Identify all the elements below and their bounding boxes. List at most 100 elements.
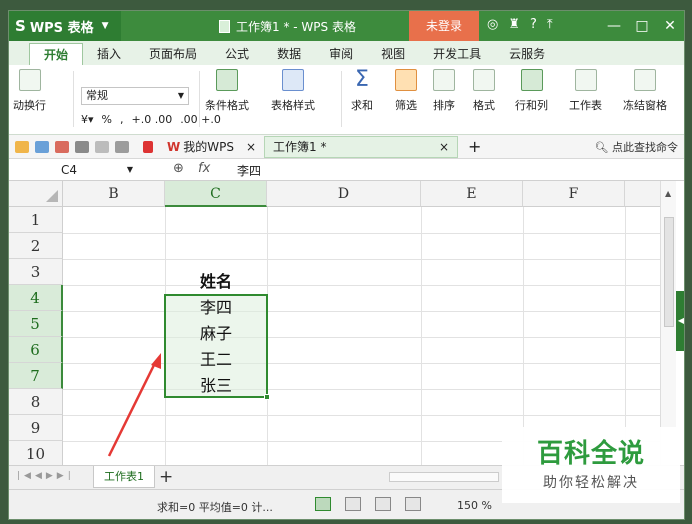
cell-c7[interactable]: 张三 xyxy=(165,373,267,399)
row-header-4[interactable]: 4 xyxy=(9,285,63,311)
cell-c5[interactable]: 麻子 xyxy=(165,321,267,347)
sort-button[interactable]: 排序 xyxy=(433,69,455,113)
percent-button[interactable]: % xyxy=(102,113,112,126)
status-summary: 求和=0 平均值=0 计... xyxy=(157,501,273,514)
column-header-f[interactable]: F xyxy=(523,181,625,207)
cell-c3[interactable]: 姓名 xyxy=(165,269,267,295)
column-header-c[interactable]: C xyxy=(165,181,267,207)
close-icon[interactable]: ✕ xyxy=(656,11,684,41)
row-header-1[interactable]: 1 xyxy=(9,207,63,233)
worksheet-button[interactable]: 工作表 xyxy=(569,69,602,113)
tab-developer[interactable]: 开发工具 xyxy=(419,43,495,65)
tab-formulas[interactable]: 公式 xyxy=(211,43,263,65)
row-header-3[interactable]: 3 xyxy=(9,259,63,285)
cell-c6[interactable]: 王二 xyxy=(165,347,267,373)
column-header-d[interactable]: D xyxy=(267,181,421,207)
side-panel-toggle[interactable]: ◀ xyxy=(676,291,684,351)
format-button[interactable]: 格式 xyxy=(473,69,495,113)
page-layout-view-icon[interactable] xyxy=(375,497,391,511)
tab-view[interactable]: 视图 xyxy=(367,43,419,65)
tab-data[interactable]: 数据 xyxy=(263,43,315,65)
undo-icon[interactable] xyxy=(115,140,129,153)
print-icon[interactable] xyxy=(75,140,89,153)
zoom-lens-icon[interactable]: ⊕ xyxy=(173,161,184,176)
row-header-2[interactable]: 2 xyxy=(9,233,63,259)
tab-workbook[interactable]: 工作簿1 * × xyxy=(264,135,459,158)
row-header-10[interactable]: 10 xyxy=(9,441,63,465)
pin-icon[interactable] xyxy=(143,140,153,153)
number-format-select[interactable]: 常规 ▼ xyxy=(81,87,189,105)
tab-insert[interactable]: 插入 xyxy=(83,43,135,65)
tab-my-wps[interactable]: W 我的WPS × xyxy=(159,136,264,158)
tab-cloud[interactable]: 云服务 xyxy=(495,43,559,65)
watermark-title: 百科全说 xyxy=(536,439,645,469)
rows-cols-button[interactable]: 行和列 xyxy=(515,69,548,113)
login-button[interactable]: 未登录 xyxy=(409,11,479,41)
comma-button[interactable]: , xyxy=(120,113,124,126)
shirt-icon[interactable]: ♜ xyxy=(508,17,520,32)
increase-decimal-button[interactable]: +.0 .00 xyxy=(131,113,172,126)
reading-view-icon[interactable] xyxy=(405,497,421,511)
worksheet-icon xyxy=(574,69,597,91)
scroll-up-icon[interactable]: ▲ xyxy=(665,189,671,198)
cell-c4[interactable]: 李四 xyxy=(165,295,267,321)
print-preview-icon[interactable] xyxy=(95,140,109,153)
freeze-panes-button[interactable]: 冻结窗格 xyxy=(623,69,667,113)
insert-function-button[interactable]: fx xyxy=(198,161,210,176)
row-header-7[interactable]: 7 xyxy=(9,363,63,389)
skin-icon[interactable]: ◎ xyxy=(487,17,498,32)
spreadsheet-file-icon xyxy=(219,20,230,33)
search-icon: 🔍︎ xyxy=(594,141,609,154)
conditional-format-button[interactable]: 条件格式 xyxy=(205,69,249,113)
tab-page-layout[interactable]: 页面布局 xyxy=(135,43,211,65)
export-pdf-icon[interactable] xyxy=(55,140,69,153)
close-icon[interactable]: × xyxy=(439,136,449,158)
filter-icon xyxy=(395,69,417,91)
tab-review[interactable]: 审阅 xyxy=(315,43,367,65)
app-menu-button[interactable]: S WPS 表格 ▼ xyxy=(9,11,121,41)
save-icon[interactable] xyxy=(35,140,49,153)
row-header-9[interactable]: 9 xyxy=(9,415,63,441)
name-box[interactable]: C4 ▼ xyxy=(47,162,137,178)
select-all-corner[interactable] xyxy=(9,181,63,207)
horizontal-scrollbar[interactable] xyxy=(389,472,499,482)
page-break-view-icon[interactable] xyxy=(345,497,361,511)
column-header-b[interactable]: B xyxy=(63,181,165,207)
command-search[interactable]: 🔍︎ 点此查找命令 xyxy=(595,139,678,155)
formula-input[interactable]: 李四 xyxy=(237,162,261,179)
quick-access-bar: W 我的WPS × 工作簿1 * × + 🔍︎ 点此查找命令 xyxy=(9,135,684,159)
sheet-tab[interactable]: 工作表1 xyxy=(93,466,155,488)
spreadsheet-grid: B C D E F 1 2 3 4 5 6 7 8 9 10 姓名 李四 麻子 … xyxy=(9,181,660,465)
add-sheet-icon[interactable]: + xyxy=(159,466,173,488)
row-header-6[interactable]: 6 xyxy=(9,337,63,363)
row-header-8[interactable]: 8 xyxy=(9,389,63,415)
maximize-icon[interactable]: □ xyxy=(628,11,656,41)
tab-home[interactable]: 开始 xyxy=(29,43,84,65)
sheet-nav-arrows[interactable]: |◀◀▶▶| xyxy=(17,471,75,481)
row-header-5[interactable]: 5 xyxy=(9,311,63,337)
table-style-icon xyxy=(282,69,304,91)
currency-icon[interactable]: ¥▾ xyxy=(81,113,94,126)
sum-button[interactable]: Σ 求和 xyxy=(351,69,373,113)
minimize-icon[interactable]: — xyxy=(600,11,628,41)
vertical-scrollbar[interactable]: ▲ xyxy=(660,181,676,465)
open-folder-icon[interactable] xyxy=(15,140,29,153)
window-controls: — □ ✕ xyxy=(600,11,684,41)
ribbon-divider xyxy=(73,71,74,127)
upload-icon[interactable]: ⤒ xyxy=(547,17,553,32)
scroll-thumb[interactable] xyxy=(664,217,674,327)
help-icon[interactable]: ? xyxy=(530,17,537,32)
filter-button[interactable]: 筛选 xyxy=(395,69,417,113)
wrap-text-button[interactable]: 动换行 xyxy=(13,69,46,113)
chevron-down-icon: ▼ xyxy=(101,21,109,31)
table-style-button[interactable]: 表格样式 xyxy=(271,69,315,113)
new-tab-icon[interactable]: + xyxy=(468,137,481,156)
column-header-g[interactable] xyxy=(625,181,660,207)
close-icon[interactable]: × xyxy=(246,136,256,158)
view-mode-buttons xyxy=(315,497,421,511)
normal-view-icon[interactable] xyxy=(315,497,331,511)
chevron-down-icon: ▼ xyxy=(177,91,184,100)
column-header-e[interactable]: E xyxy=(421,181,523,207)
zoom-level[interactable]: 150 % xyxy=(457,499,492,512)
decrease-decimal-button[interactable]: .00 +.0 xyxy=(180,113,221,126)
